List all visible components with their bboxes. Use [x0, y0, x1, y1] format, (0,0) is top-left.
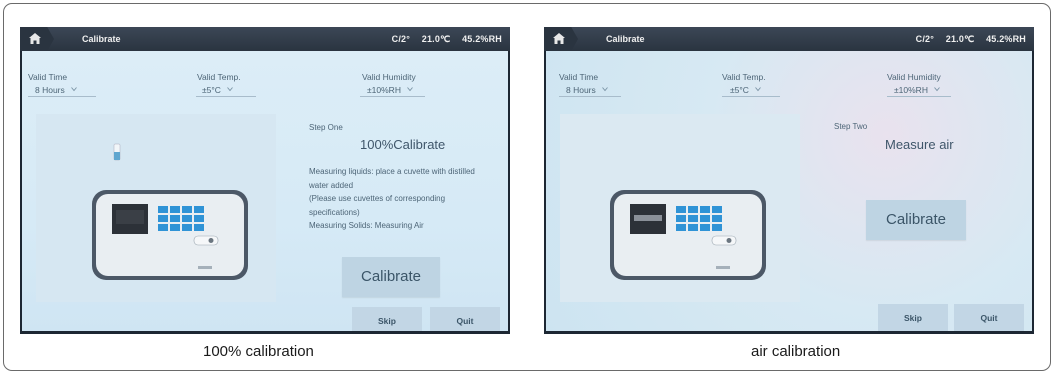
instruction-line: specifications): [309, 207, 360, 217]
valid-humidity-underline: [887, 96, 951, 97]
valid-humidity-label: Valid Humidity: [362, 72, 416, 82]
valid-time-label: Valid Time: [28, 72, 68, 82]
valid-temp-value: ±5°C: [730, 85, 749, 95]
instruction-line: Measuring Solids: Measuring Air: [309, 221, 424, 230]
humidity-readout: 45.2%RH: [462, 34, 502, 44]
chevron-down-icon: [70, 86, 77, 92]
quit-button[interactable]: Quit: [954, 304, 1024, 331]
valid-time-select[interactable]: 8 Hours: [35, 85, 77, 95]
valid-time-value: 8 Hours: [35, 85, 65, 95]
valid-time-underline: [28, 96, 96, 97]
instruction-line: (Please use cuvettes of corresponding: [309, 194, 446, 203]
temperature-readout: 21.0℃: [421, 34, 451, 44]
temperature-readout: 21.0℃: [945, 34, 975, 44]
valid-temp-underline: [196, 96, 256, 97]
valid-time-select[interactable]: 8 Hours: [566, 85, 608, 95]
step-label: Step One: [309, 123, 343, 132]
valid-humidity-value: ±10%RH: [367, 85, 401, 95]
valid-humidity-select[interactable]: ±10%RH: [894, 85, 940, 95]
valid-humidity-label: Valid Humidity: [887, 72, 941, 82]
skip-button[interactable]: Skip: [878, 304, 948, 331]
valid-time-label: Valid Time: [559, 72, 599, 82]
humidity-readout: 45.2%RH: [986, 34, 1026, 44]
device-illustration: [36, 114, 276, 302]
valid-temp-select[interactable]: ±5°C: [730, 85, 761, 95]
valid-time-underline: [559, 96, 621, 97]
home-button[interactable]: [20, 27, 54, 51]
home-button[interactable]: [544, 27, 578, 51]
step-title: Measure air: [885, 137, 954, 152]
screen-body: Valid Time 8 Hours Valid Temp. ±5°C Vali…: [546, 51, 1032, 331]
home-icon: [29, 33, 41, 44]
title-bar: Calibrate C/2° 21.0℃ 45.2%RH: [544, 27, 1034, 51]
caption-air-calibration: air calibration: [751, 343, 841, 360]
valid-temp-select[interactable]: ±5°C: [202, 85, 233, 95]
skip-button[interactable]: Skip: [352, 307, 422, 331]
screen-100-calibration: Calibrate C/2° 21.0℃ 45.2%RH Valid Time …: [20, 27, 510, 334]
page-title: Calibrate: [82, 34, 121, 44]
valid-temp-value: ±5°C: [202, 85, 221, 95]
home-icon: [553, 33, 565, 44]
title-bar: Calibrate C/2° 21.0℃ 45.2%RH: [20, 27, 510, 51]
chevron-down-icon: [934, 86, 940, 92]
status-bar: C/2° 21.0℃ 45.2%RH: [907, 34, 1026, 45]
valid-temp-underline: [722, 96, 780, 97]
chevron-down-icon: [601, 86, 608, 92]
observer-mode: C/2°: [915, 34, 935, 44]
quit-button[interactable]: Quit: [430, 307, 500, 331]
step-title: 100%Calibrate: [360, 137, 446, 152]
chevron-down-icon: [227, 86, 233, 92]
calibrate-button[interactable]: Calibrate: [342, 257, 440, 297]
calibrate-button[interactable]: Calibrate: [866, 200, 966, 240]
device-illustration: [560, 114, 800, 302]
valid-temp-label: Valid Temp.: [197, 72, 241, 82]
chevron-down-icon: [755, 86, 761, 92]
observer-mode: C/2°: [391, 34, 411, 44]
screen-body: Valid Time 8 Hours Valid Temp. ±5°C Vali…: [22, 51, 508, 331]
valid-time-value: 8 Hours: [566, 85, 596, 95]
spectrophotometer-image: [92, 143, 248, 280]
spectrophotometer-image: [610, 190, 766, 280]
valid-humidity-select[interactable]: ±10%RH: [367, 85, 413, 95]
page-title: Calibrate: [606, 34, 645, 44]
instruction-line: Measuring liquids: place a cuvette with …: [309, 167, 475, 176]
screen-air-calibration: Calibrate C/2° 21.0℃ 45.2%RH Valid Time …: [544, 27, 1034, 334]
step-label: Step Two: [834, 122, 868, 131]
status-bar: C/2° 21.0℃ 45.2%RH: [383, 34, 502, 45]
valid-humidity-value: ±10%RH: [894, 85, 928, 95]
caption-100-calibration: 100% calibration: [203, 343, 314, 360]
valid-temp-label: Valid Temp.: [722, 72, 766, 82]
chevron-down-icon: [407, 86, 413, 92]
instructions: Measuring liquids: place a cuvette with …: [309, 165, 508, 233]
valid-humidity-underline: [360, 96, 425, 97]
instruction-line: water added: [309, 180, 354, 190]
